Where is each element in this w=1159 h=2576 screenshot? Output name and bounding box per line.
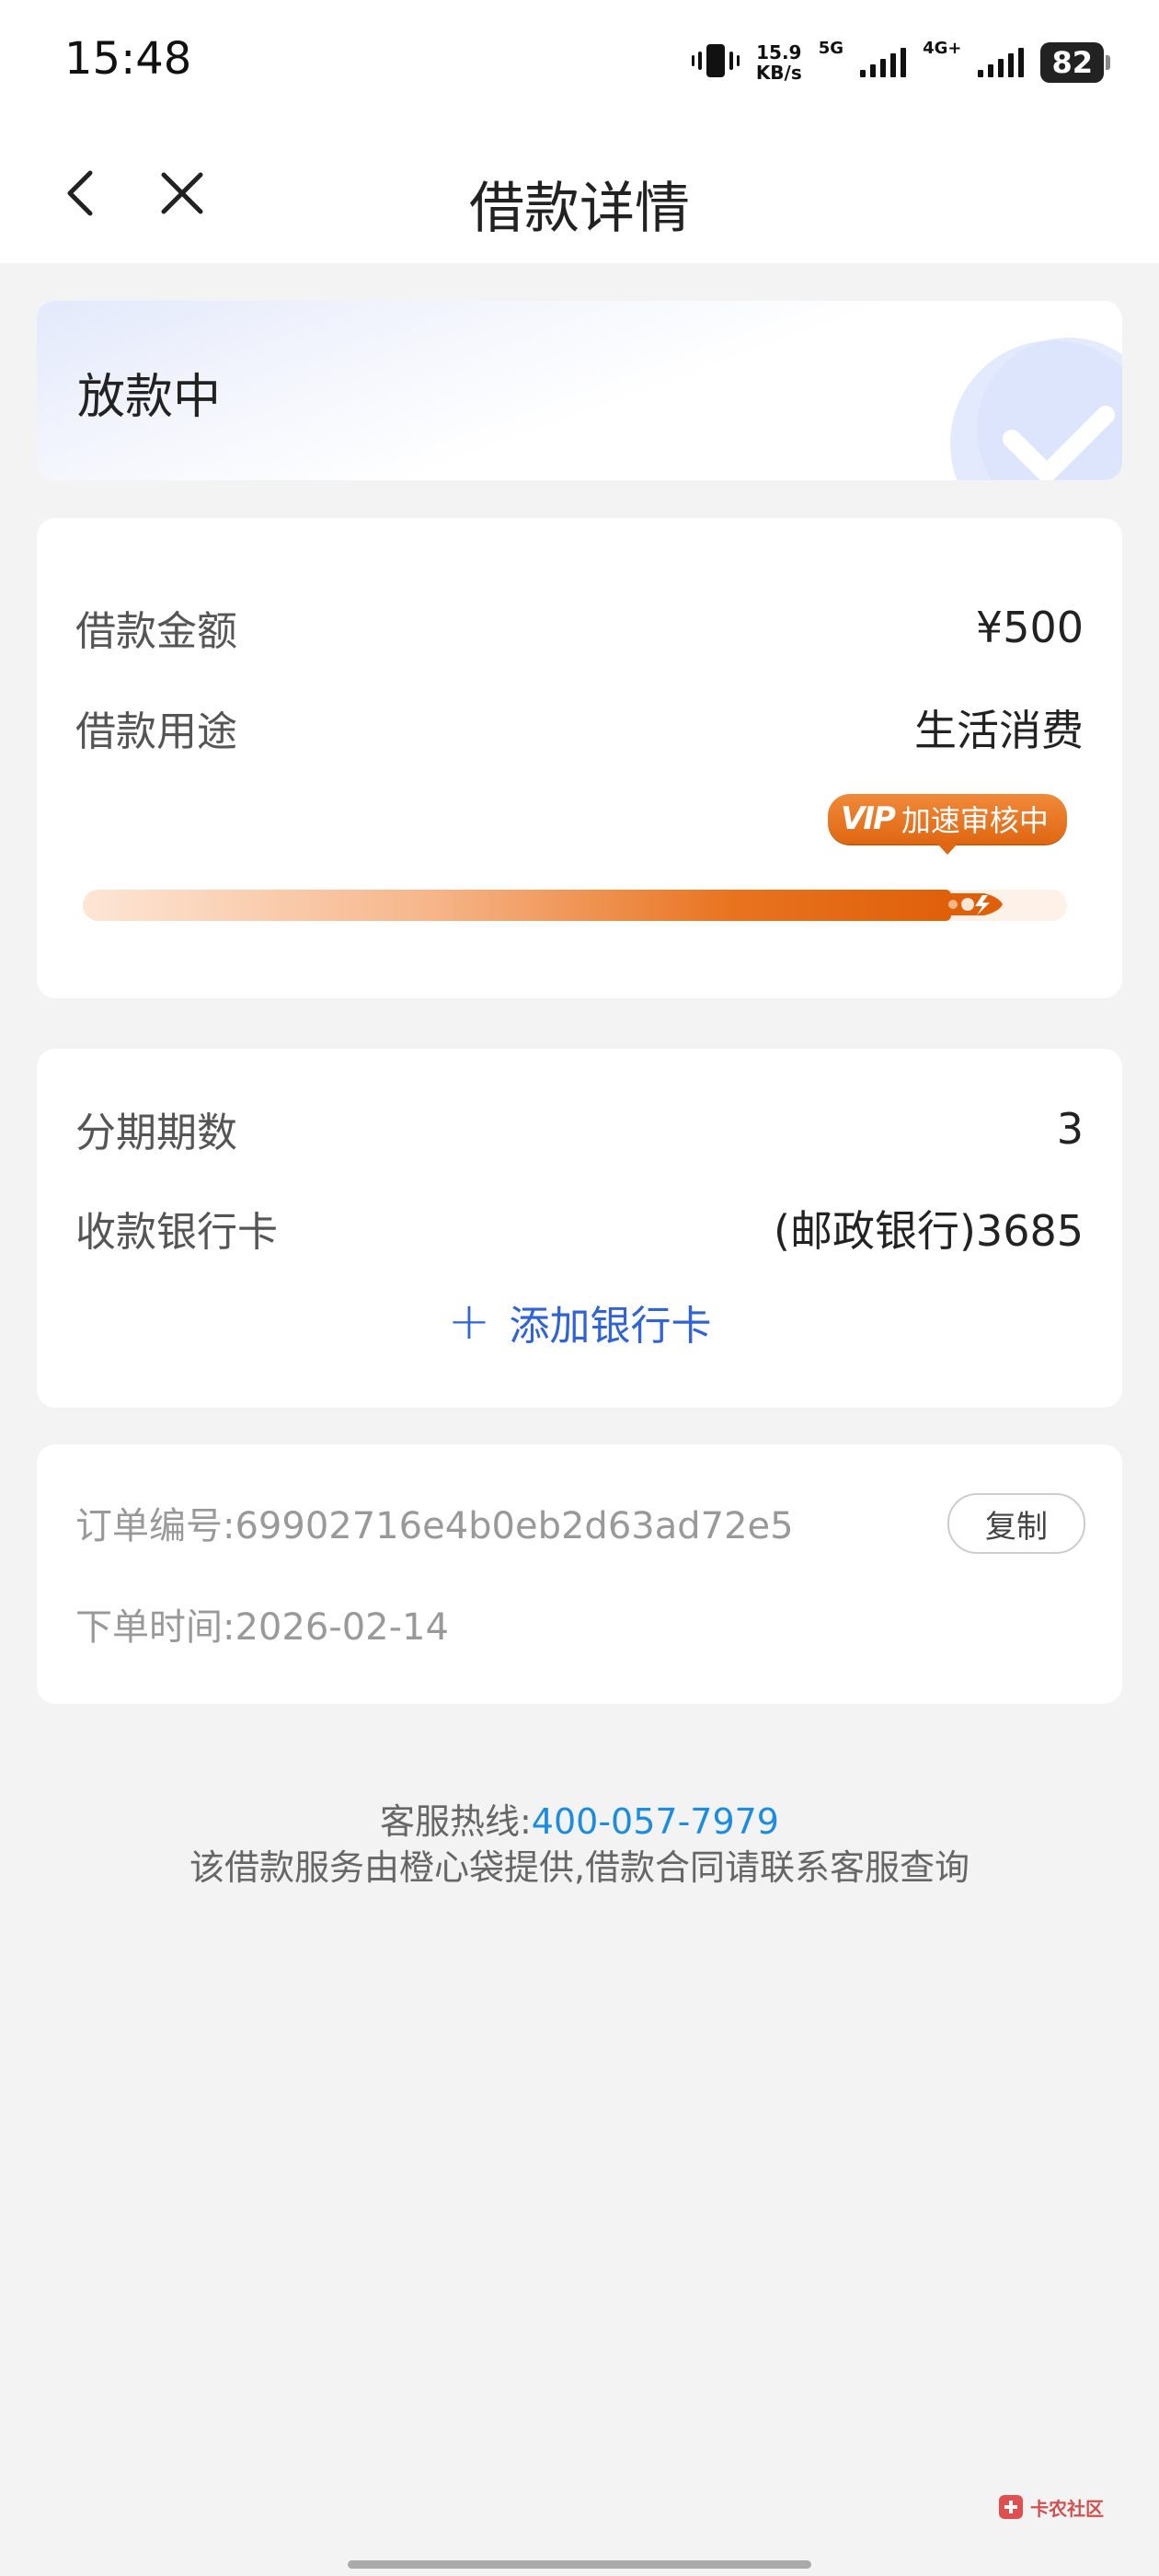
installment-periods-label: 分期期数 xyxy=(75,1110,237,1156)
check-icon xyxy=(950,338,1122,480)
loan-amount-label: 借款金额 xyxy=(75,608,237,655)
plus-icon: + xyxy=(447,1292,491,1351)
copy-button[interactable]: 复制 xyxy=(947,1493,1085,1554)
order-info-card: 订单编号:69902716e4b0eb2d63ad72e5 复制 下单时间:20… xyxy=(37,1444,1122,1704)
status-bar: 15:48 15.9 KB/s 5G 4G+ 82 xyxy=(0,0,1159,129)
service-note: 该借款服务由橙心袋提供,借款合同请联系客服查询 xyxy=(189,1847,970,1888)
hotline-label: 客服热线: xyxy=(379,1801,532,1842)
order-time-label: 下单时间: xyxy=(75,1606,235,1649)
watermark-logo-icon xyxy=(999,2495,1023,2519)
add-bank-card-button[interactable]: + 添加银行卡 xyxy=(37,1290,1122,1354)
installment-periods-value: 3 xyxy=(1056,1104,1084,1154)
installment-card: 分期期数 3 收款银行卡 (邮政银行)3685 + 添加银行卡 xyxy=(37,1049,1122,1408)
vibrate-icon xyxy=(691,42,740,83)
home-indicator[interactable] xyxy=(348,2560,811,2569)
order-time: 下单时间:2026-02-14 xyxy=(75,1597,449,1650)
bank-card-value: (邮政银行)3685 xyxy=(774,1206,1084,1256)
order-number-value: 69902716e4b0eb2d63ad72e5 xyxy=(235,1505,794,1547)
vip-review-badge: VIP 加速审核中 xyxy=(828,794,1067,855)
sim2-signal-icon xyxy=(978,48,1025,77)
battery-icon: 82 xyxy=(1040,42,1110,83)
order-time-value: 2026-02-14 xyxy=(235,1606,449,1649)
network-speed: 15.9 KB/s xyxy=(755,41,802,84)
vip-icon: VIP xyxy=(841,800,896,837)
sim2-network-label: 4G+ xyxy=(923,38,962,58)
nav-bar: 借款详情 xyxy=(0,129,1159,263)
watermark: 卡农社区 xyxy=(997,2493,1104,2521)
order-number-label: 订单编号: xyxy=(75,1505,235,1547)
loan-amount-row: 借款金额 ¥500 xyxy=(75,595,1084,660)
loan-purpose-value: 生活消费 xyxy=(914,706,1084,755)
sim1-signal-icon xyxy=(860,48,907,77)
battery-level: 82 xyxy=(1051,45,1093,80)
status-icons: 15.9 KB/s 5G 4G+ 82 xyxy=(691,35,1110,90)
watermark-text: 卡农社区 xyxy=(1030,2497,1104,2520)
loan-purpose-row: 借款用途 生活消费 xyxy=(75,696,1084,760)
vip-review-label: 加速审核中 xyxy=(901,803,1049,838)
bank-card-row[interactable]: 收款银行卡 (邮政银行)3685 xyxy=(75,1196,1084,1260)
hotline-number-link[interactable]: 400-057-7979 xyxy=(532,1801,779,1842)
installment-periods-row: 分期期数 3 xyxy=(75,1097,1084,1161)
rocket-icon xyxy=(940,893,1003,915)
review-progress: VIP 加速审核中 xyxy=(83,794,1076,932)
status-time: 15:48 xyxy=(64,33,192,85)
progress-fill xyxy=(83,890,951,921)
loan-info-card: 借款金额 ¥500 借款用途 生活消费 VIP 加速审核中 xyxy=(37,518,1122,998)
sim1-network-label: 5G xyxy=(818,38,844,58)
page-title: 借款详情 xyxy=(469,177,690,241)
hotline: 客服热线:400-057-7979 xyxy=(0,1799,1159,1845)
add-bank-card-label: 添加银行卡 xyxy=(509,1303,712,1350)
loan-amount-value: ¥500 xyxy=(975,603,1084,652)
order-number: 订单编号:69902716e4b0eb2d63ad72e5 xyxy=(75,1496,794,1549)
footer: 客服热线:400-057-7979 该借款服务由橙心袋提供,借款合同请联系客服查… xyxy=(0,1799,1159,1891)
loan-purpose-label: 借款用途 xyxy=(75,708,237,755)
loan-status: 放款中 xyxy=(77,370,222,425)
loan-status-card: 放款中 xyxy=(37,301,1122,480)
bank-card-label: 收款银行卡 xyxy=(75,1209,278,1256)
